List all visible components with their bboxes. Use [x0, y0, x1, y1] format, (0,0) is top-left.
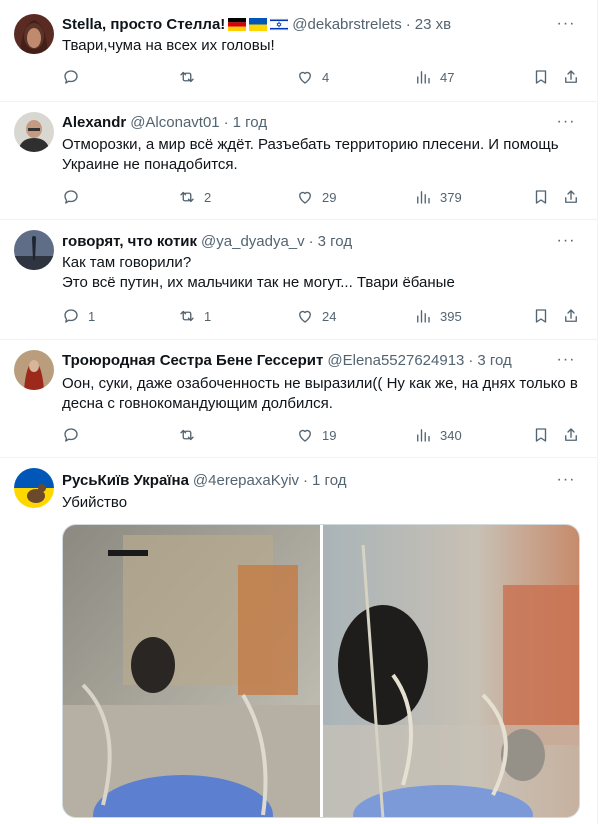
author-handle[interactable]: @dekabrstrelets — [292, 16, 401, 33]
share-button[interactable] — [562, 67, 580, 87]
share-icon — [565, 70, 577, 83]
reply-button[interactable] — [62, 425, 88, 445]
action-bar: 19 340 — [62, 425, 582, 445]
author-name[interactable]: Alexandr — [62, 114, 126, 131]
tweet[interactable]: Stella, просто Стелла! @dekabrstrelets ·… — [0, 0, 598, 102]
bookmark-button[interactable] — [532, 306, 550, 326]
views-button[interactable]: 340 — [414, 425, 462, 445]
author-name[interactable]: говорят, что котик — [62, 233, 197, 250]
tweet[interactable]: Троюродная Сестра Бене Гессерит @Elena55… — [0, 340, 598, 458]
reply-icon — [64, 428, 78, 442]
separator: · — [223, 113, 229, 131]
like-icon — [299, 191, 311, 204]
bookmark-icon — [535, 70, 547, 84]
action-bar: 2 29 379 — [62, 187, 582, 207]
separator: · — [468, 351, 474, 369]
author-handle[interactable]: @Alconavt01 — [130, 114, 219, 131]
retweet-button[interactable]: 1 — [178, 306, 211, 326]
share-button[interactable] — [562, 425, 580, 445]
timestamp[interactable]: 1 год — [312, 472, 346, 489]
like-button[interactable]: 19 — [296, 425, 336, 445]
retweet-icon — [180, 310, 194, 322]
share-icon — [565, 309, 577, 322]
retweet-button[interactable] — [178, 67, 204, 87]
action-bar: 1 1 24 395 — [62, 306, 582, 326]
tweet-text-line: Как там говорили? — [62, 254, 192, 271]
reply-button[interactable] — [62, 67, 88, 87]
share-icon — [565, 190, 577, 203]
author-handle[interactable]: @Elena5527624913 — [327, 352, 464, 369]
more-icon[interactable]: ··· — [556, 231, 576, 251]
tweet-text: Убийство — [62, 494, 128, 511]
retweet-button[interactable]: 2 — [178, 187, 211, 207]
views-icon — [417, 310, 430, 323]
share-button[interactable] — [562, 306, 580, 326]
share-icon — [565, 428, 577, 441]
timestamp[interactable]: 1 год — [233, 114, 267, 131]
more-icon[interactable]: ··· — [556, 350, 576, 370]
tweet-text: Отморозки, а мир всё ждёт. Разъебать тер… — [62, 136, 559, 173]
views-icon — [417, 71, 430, 84]
like-button[interactable]: 4 — [296, 67, 329, 87]
reply-button[interactable] — [62, 187, 88, 207]
retweet-icon — [180, 429, 194, 441]
bookmark-button[interactable] — [532, 425, 550, 445]
reply-button[interactable]: 1 — [62, 306, 95, 326]
author-name[interactable]: Троюродная Сестра Бене Гессерит — [62, 352, 323, 369]
retweet-button[interactable] — [178, 425, 204, 445]
reply-icon — [64, 70, 78, 84]
author-name[interactable]: Stella, просто Стелла! — [62, 16, 225, 33]
timestamp[interactable]: 3 год — [318, 233, 352, 250]
like-icon — [299, 310, 311, 323]
views-icon — [417, 429, 430, 442]
flag-germany-icon — [228, 17, 247, 31]
more-icon[interactable]: ··· — [556, 112, 576, 132]
bookmark-icon — [535, 428, 547, 442]
timestamp[interactable]: 3 год — [477, 352, 511, 369]
bookmark-icon — [535, 309, 547, 323]
separator: · — [303, 471, 309, 489]
more-icon[interactable]: ··· — [556, 470, 576, 490]
like-button[interactable]: 24 — [296, 306, 336, 326]
tweet-text: Как там говорили? Это всё путин, их маль… — [62, 253, 578, 293]
more-icon[interactable]: ··· — [556, 14, 576, 34]
bookmark-button[interactable] — [532, 187, 550, 207]
retweet-icon — [180, 71, 194, 83]
author-name[interactable]: РусьКиїв Україна — [62, 472, 189, 489]
author-handle[interactable]: @ya_dyadya_v — [201, 233, 305, 250]
views-button[interactable]: 379 — [414, 187, 462, 207]
views-icon — [417, 191, 430, 204]
flag-israel-icon — [270, 17, 289, 31]
share-button[interactable] — [562, 187, 580, 207]
tweet[interactable]: говорят, что котик @ya_dyadya_v · 3 год … — [0, 220, 598, 340]
avatar[interactable] — [14, 230, 54, 270]
like-icon — [299, 71, 311, 84]
author-handle[interactable]: @4erepaxaKyiv — [193, 472, 299, 489]
like-icon — [299, 429, 311, 442]
avatar[interactable] — [14, 112, 54, 152]
timestamp[interactable]: 23 хв — [415, 16, 451, 33]
bookmark-button[interactable] — [532, 67, 550, 87]
retweet-icon — [180, 191, 194, 203]
tweet-media[interactable] — [62, 524, 580, 818]
views-button[interactable]: 47 — [414, 67, 454, 87]
reply-icon — [64, 190, 78, 204]
action-bar: 4 47 — [62, 67, 582, 87]
tweet-text-line: Это всё путин, их мальчики так не могут.… — [62, 274, 455, 291]
reply-icon — [64, 309, 78, 323]
video-frames-image — [63, 525, 579, 817]
avatar[interactable] — [14, 14, 54, 54]
like-button[interactable]: 29 — [296, 187, 336, 207]
flag-ukraine-icon — [249, 17, 268, 31]
separator: · — [308, 232, 314, 250]
views-button[interactable]: 395 — [414, 306, 462, 326]
tweet[interactable]: Alexandr @Alconavt01 · 1 год ··· Отмороз… — [0, 102, 598, 220]
separator: · — [405, 15, 411, 33]
tweet-text: Оон, суки, даже озабоченность не выразил… — [62, 375, 578, 412]
bookmark-icon — [535, 190, 547, 204]
timeline: Stella, просто Стелла! @dekabrstrelets ·… — [0, 0, 598, 824]
avatar[interactable] — [14, 468, 54, 508]
avatar[interactable] — [14, 350, 54, 390]
tweet-text: Твари,чума на всех их головы! — [62, 37, 275, 54]
